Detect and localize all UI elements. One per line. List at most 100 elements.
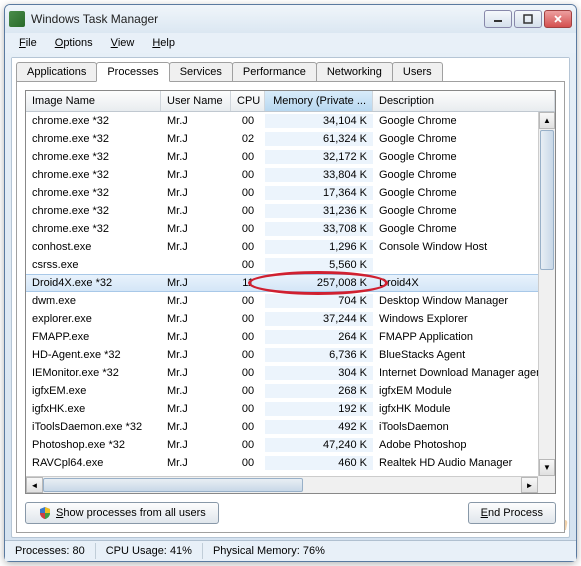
table-row[interactable]: HD-Agent.exe *32Mr.J006,736 KBlueStacks … xyxy=(26,346,538,364)
table-row[interactable]: chrome.exe *32Mr.J0261,324 KGoogle Chrom… xyxy=(26,130,538,148)
cell-mem: 257,008 K xyxy=(265,276,373,290)
tab-processes[interactable]: Processes xyxy=(96,62,169,82)
end-process-label: End Process xyxy=(481,507,543,519)
cell-desc xyxy=(373,264,538,266)
cell-name: csrss.exe xyxy=(26,258,161,272)
menu-view[interactable]: View xyxy=(103,35,143,51)
scroll-down-button[interactable]: ▼ xyxy=(539,459,555,476)
col-header-cpu[interactable]: CPU xyxy=(231,91,265,111)
minimize-button[interactable] xyxy=(484,10,512,28)
tab-networking[interactable]: Networking xyxy=(316,62,393,81)
scroll-left-button[interactable]: ◄ xyxy=(26,477,43,493)
tab-services[interactable]: Services xyxy=(169,62,233,81)
cell-desc: Windows Explorer xyxy=(373,312,538,326)
cell-name: igfxHK.exe xyxy=(26,402,161,416)
cell-user: Mr.J xyxy=(161,312,231,326)
cell-desc: igfxEM Module xyxy=(373,384,538,398)
hscroll-thumb[interactable] xyxy=(43,478,303,492)
col-header-user-name[interactable]: User Name xyxy=(161,91,231,111)
table-row[interactable]: Photoshop.exe *32Mr.J0047,240 KAdobe Pho… xyxy=(26,436,538,454)
table-row[interactable]: FMAPP.exeMr.J00264 KFMAPP Application xyxy=(26,328,538,346)
cell-cpu: 00 xyxy=(231,204,265,218)
table-row[interactable]: iToolsDaemon.exe *32Mr.J00492 KiToolsDae… xyxy=(26,418,538,436)
cell-user: Mr.J xyxy=(161,240,231,254)
cell-user: Mr.J xyxy=(161,276,231,290)
table-row[interactable]: chrome.exe *32Mr.J0032,172 KGoogle Chrom… xyxy=(26,148,538,166)
scroll-right-button[interactable]: ► xyxy=(521,477,538,493)
scroll-up-button[interactable]: ▲ xyxy=(539,112,555,129)
cell-mem: 268 K xyxy=(265,384,373,398)
tab-performance[interactable]: Performance xyxy=(232,62,317,81)
end-process-button[interactable]: End Process xyxy=(468,502,556,524)
table-row[interactable]: Droid4X.exe *32Mr.J11257,008 KDroid4X xyxy=(26,274,538,292)
status-cpu: CPU Usage: 41% xyxy=(96,543,203,559)
cell-cpu: 00 xyxy=(231,258,265,272)
cell-mem: 31,236 K xyxy=(265,204,373,218)
table-row[interactable]: chrome.exe *32Mr.J0033,804 KGoogle Chrom… xyxy=(26,166,538,184)
vscroll-thumb[interactable] xyxy=(540,130,554,270)
cell-cpu: 00 xyxy=(231,168,265,182)
menu-options[interactable]: Options xyxy=(47,35,101,51)
status-processes: Processes: 80 xyxy=(5,543,96,559)
table-row[interactable]: chrome.exe *32Mr.J0034,104 KGoogle Chrom… xyxy=(26,112,538,130)
cell-mem: 34,104 K xyxy=(265,114,373,128)
cell-mem: 704 K xyxy=(265,294,373,308)
menu-help[interactable]: Help xyxy=(144,35,183,51)
menu-file[interactable]: File xyxy=(11,35,45,51)
cell-desc: Internet Download Manager agen xyxy=(373,366,538,380)
table-row[interactable]: chrome.exe *32Mr.J0033,708 KGoogle Chrom… xyxy=(26,220,538,238)
cell-name: chrome.exe *32 xyxy=(26,222,161,236)
cell-cpu: 00 xyxy=(231,294,265,308)
table-row[interactable]: IEMonitor.exe *32Mr.J00304 KInternet Dow… xyxy=(26,364,538,382)
close-button[interactable] xyxy=(544,10,572,28)
cell-mem: 5,560 K xyxy=(265,258,373,272)
cell-mem: 460 K xyxy=(265,456,373,470)
cell-user xyxy=(161,264,231,266)
process-listview: Image Name User Name CPU Memory (Private… xyxy=(25,90,556,494)
cell-desc: Console Window Host xyxy=(373,240,538,254)
table-row[interactable]: igfxEM.exeMr.J00268 KigfxEM Module xyxy=(26,382,538,400)
tab-users[interactable]: Users xyxy=(392,62,443,81)
cell-desc: Google Chrome xyxy=(373,222,538,236)
table-row[interactable]: igfxHK.exeMr.J00192 KigfxHK Module xyxy=(26,400,538,418)
cell-user: Mr.J xyxy=(161,132,231,146)
cell-mem: 33,804 K xyxy=(265,168,373,182)
col-header-description[interactable]: Description xyxy=(373,91,555,111)
cell-cpu: 00 xyxy=(231,420,265,434)
cell-desc: Google Chrome xyxy=(373,132,538,146)
cell-name: chrome.exe *32 xyxy=(26,114,161,128)
vertical-scrollbar[interactable]: ▲ ▼ xyxy=(538,112,555,476)
show-all-label: Show processes from all users xyxy=(56,507,206,519)
horizontal-scrollbar[interactable]: ◄ ► xyxy=(26,476,538,493)
tab-applications[interactable]: Applications xyxy=(16,62,97,81)
cell-cpu: 11 xyxy=(231,276,265,290)
titlebar[interactable]: Windows Task Manager xyxy=(5,5,576,33)
table-row[interactable]: chrome.exe *32Mr.J0017,364 KGoogle Chrom… xyxy=(26,184,538,202)
menubar: File Options View Help xyxy=(5,33,576,53)
table-row[interactable]: chrome.exe *32Mr.J0031,236 KGoogle Chrom… xyxy=(26,202,538,220)
cell-name: FMAPP.exe xyxy=(26,330,161,344)
cell-mem: 17,364 K xyxy=(265,186,373,200)
cell-user: Mr.J xyxy=(161,366,231,380)
table-row[interactable]: RAVCpl64.exeMr.J00460 KRealtek HD Audio … xyxy=(26,454,538,472)
show-all-processes-button[interactable]: Show processes from all users xyxy=(25,502,219,524)
statusbar: Processes: 80 CPU Usage: 41% Physical Me… xyxy=(5,540,576,561)
table-row[interactable]: explorer.exeMr.J0037,244 KWindows Explor… xyxy=(26,310,538,328)
cell-user: Mr.J xyxy=(161,456,231,470)
status-memory: Physical Memory: 76% xyxy=(203,543,576,559)
cell-mem: 492 K xyxy=(265,420,373,434)
listview-body: chrome.exe *32Mr.J0034,104 KGoogle Chrom… xyxy=(26,112,555,493)
col-header-memory[interactable]: Memory (Private ... xyxy=(265,91,373,111)
cell-cpu: 00 xyxy=(231,402,265,416)
table-row[interactable]: conhost.exeMr.J001,296 KConsole Window H… xyxy=(26,238,538,256)
cell-desc: Google Chrome xyxy=(373,150,538,164)
maximize-button[interactable] xyxy=(514,10,542,28)
uac-shield-icon xyxy=(38,506,52,520)
table-row[interactable]: csrss.exe 005,560 K xyxy=(26,256,538,274)
col-header-image-name[interactable]: Image Name xyxy=(26,91,161,111)
cell-mem: 61,324 K xyxy=(265,132,373,146)
listview-rows[interactable]: chrome.exe *32Mr.J0034,104 KGoogle Chrom… xyxy=(26,112,538,476)
table-row[interactable]: dwm.exeMr.J00704 KDesktop Window Manager xyxy=(26,292,538,310)
cell-cpu: 00 xyxy=(231,150,265,164)
cell-desc: Desktop Window Manager xyxy=(373,294,538,308)
